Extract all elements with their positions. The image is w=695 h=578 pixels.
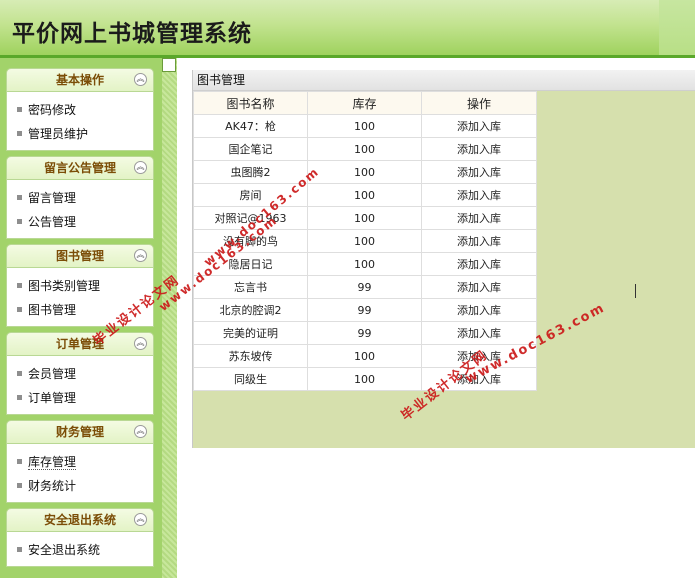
book-name-cell: 苏东坡传 bbox=[193, 344, 308, 368]
bullet-icon bbox=[17, 131, 22, 136]
bullet-icon bbox=[17, 459, 22, 464]
panel-header-messages[interactable]: 留言公告管理 ︽ bbox=[6, 156, 154, 180]
stock-cell: 100 bbox=[307, 367, 422, 391]
panel-logout: 安全退出系统 ︽ 安全退出系统 bbox=[6, 508, 154, 567]
panel-orders: 订单管理 ︽ 会员管理 订单管理 bbox=[6, 332, 154, 415]
bullet-icon bbox=[17, 395, 22, 400]
bullet-icon bbox=[17, 307, 22, 312]
add-stock-link[interactable]: 添加入库 bbox=[421, 252, 537, 276]
chevron-up-double-icon[interactable]: ︽ bbox=[134, 73, 147, 86]
book-name-cell: AK47：枪 bbox=[193, 114, 308, 138]
stock-cell: 100 bbox=[307, 344, 422, 368]
add-stock-link[interactable]: 添加入库 bbox=[421, 160, 537, 184]
sidebar-item-orders[interactable]: 订单管理 bbox=[7, 386, 153, 410]
table-row: 房间 100 添加入库 bbox=[193, 183, 537, 207]
bullet-icon bbox=[17, 283, 22, 288]
stock-cell: 99 bbox=[307, 275, 422, 299]
bullet-icon bbox=[17, 547, 22, 552]
sidebar-item-finance-stats[interactable]: 财务统计 bbox=[7, 474, 153, 498]
panel-title: 财务管理 bbox=[55, 425, 104, 439]
panel-header-orders[interactable]: 订单管理 ︽ bbox=[6, 332, 154, 356]
column-header-name: 图书名称 bbox=[193, 91, 308, 115]
table-row: 忘言书 99 添加入库 bbox=[193, 275, 537, 299]
stock-cell: 100 bbox=[307, 206, 422, 230]
column-header-stock: 库存 bbox=[307, 91, 422, 115]
panel-caption: 图书管理 bbox=[193, 70, 695, 91]
panel-header-books[interactable]: 图书管理 ︽ bbox=[6, 244, 154, 268]
chevron-up-double-icon[interactable]: ︽ bbox=[134, 161, 147, 174]
bullet-icon bbox=[17, 219, 22, 224]
book-name-cell: 完美的证明 bbox=[193, 321, 308, 345]
add-stock-link[interactable]: 添加入库 bbox=[421, 275, 537, 299]
sidebar-item-admin[interactable]: 管理员维护 bbox=[7, 122, 153, 146]
book-name-cell: 忘言书 bbox=[193, 275, 308, 299]
app-header: 平价网上书城管理系统 bbox=[0, 0, 695, 58]
table-row: 隐居日记 100 添加入库 bbox=[193, 252, 537, 276]
bullet-icon bbox=[17, 195, 22, 200]
column-header-action: 操作 bbox=[421, 91, 537, 115]
stock-cell: 100 bbox=[307, 114, 422, 138]
add-stock-link[interactable]: 添加入库 bbox=[421, 229, 537, 253]
panel-title: 图书管理 bbox=[55, 249, 104, 263]
table-row: 虫图腾2 100 添加入库 bbox=[193, 160, 537, 184]
sidebar-item-message-mgmt[interactable]: 留言管理 bbox=[7, 186, 153, 210]
bullet-icon bbox=[17, 371, 22, 376]
panel-header-finance[interactable]: 财务管理 ︽ bbox=[6, 420, 154, 444]
sidebar-item-members[interactable]: 会员管理 bbox=[7, 362, 153, 386]
book-name-cell: 虫图腾2 bbox=[193, 160, 308, 184]
panel-title: 基本操作 bbox=[55, 73, 104, 87]
sidebar-splitter[interactable] bbox=[162, 58, 177, 578]
app-title: 平价网上书城管理系统 bbox=[12, 20, 252, 47]
chevron-up-double-icon[interactable]: ︽ bbox=[134, 513, 147, 526]
sidebar-item-inventory[interactable]: 库存管理 bbox=[7, 450, 153, 474]
sidebar-item-password[interactable]: 密码修改 bbox=[7, 98, 153, 122]
add-stock-link[interactable]: 添加入库 bbox=[421, 137, 537, 161]
stock-cell: 100 bbox=[307, 183, 422, 207]
book-name-cell: 同级生 bbox=[193, 367, 308, 391]
panel-title: 安全退出系统 bbox=[43, 513, 116, 527]
table-row: AK47：枪 100 添加入库 bbox=[193, 114, 537, 138]
sidebar-item-book-category[interactable]: 图书类别管理 bbox=[7, 274, 153, 298]
panel-messages: 留言公告管理 ︽ 留言管理 公告管理 bbox=[6, 156, 154, 239]
stock-cell: 100 bbox=[307, 160, 422, 184]
chevron-up-double-icon[interactable]: ︽ bbox=[134, 425, 147, 438]
header-corner-decoration bbox=[659, 0, 695, 55]
add-stock-link[interactable]: 添加入库 bbox=[421, 206, 537, 230]
book-name-cell: 国企笔记 bbox=[193, 137, 308, 161]
stock-cell: 100 bbox=[307, 252, 422, 276]
table-row: 北京的腔调2 99 添加入库 bbox=[193, 298, 537, 322]
stock-cell: 99 bbox=[307, 298, 422, 322]
panel-finance: 财务管理 ︽ 库存管理 财务统计 bbox=[6, 420, 154, 503]
sidebar-item-logout[interactable]: 安全退出系统 bbox=[7, 538, 153, 562]
stock-cell: 100 bbox=[307, 229, 422, 253]
chevron-up-double-icon[interactable]: ︽ bbox=[134, 249, 147, 262]
panel-header-logout[interactable]: 安全退出系统 ︽ bbox=[6, 508, 154, 532]
stock-cell: 99 bbox=[307, 321, 422, 345]
add-stock-link[interactable]: 添加入库 bbox=[421, 321, 537, 345]
add-stock-link[interactable]: 添加入库 bbox=[421, 298, 537, 322]
add-stock-link[interactable]: 添加入库 bbox=[421, 183, 537, 207]
table-header-row: 图书名称 库存 操作 bbox=[193, 91, 537, 115]
panel-header-basic-ops[interactable]: 基本操作 ︽ bbox=[6, 68, 154, 92]
add-stock-link[interactable]: 添加入库 bbox=[421, 114, 537, 138]
sidebar-item-notice-mgmt[interactable]: 公告管理 bbox=[7, 210, 153, 234]
panel-basic-ops: 基本操作 ︽ 密码修改 管理员维护 bbox=[6, 68, 154, 151]
table-row: 国企笔记 100 添加入库 bbox=[193, 137, 537, 161]
bullet-icon bbox=[17, 483, 22, 488]
bullet-icon bbox=[17, 107, 22, 112]
book-name-cell: 北京的腔调2 bbox=[193, 298, 308, 322]
main-content: 图书管理 图书名称 库存 操作 AK47：枪 100 添加入库 国企笔记 100 添加入库… bbox=[177, 58, 695, 578]
stock-cell: 100 bbox=[307, 137, 422, 161]
table-row: 完美的证明 99 添加入库 bbox=[193, 321, 537, 345]
splitter-toggle-handle[interactable] bbox=[162, 58, 176, 72]
text-cursor bbox=[635, 284, 642, 298]
panel-title: 留言公告管理 bbox=[43, 161, 116, 175]
chevron-up-double-icon[interactable]: ︽ bbox=[134, 337, 147, 350]
